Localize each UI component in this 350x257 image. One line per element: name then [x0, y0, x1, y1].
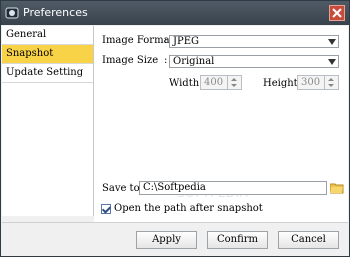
app-icon [5, 7, 19, 19]
preferences-window: Preferences General Snapshot Update Sett… [0, 0, 350, 257]
confirm-button[interactable]: Confirm [207, 231, 268, 249]
width-label: Width: [169, 78, 203, 89]
save-path-value: C:\Softpedia [143, 182, 206, 193]
save-path-input[interactable]: C:\Softpedia [139, 181, 327, 195]
title-bar: Preferences [1, 1, 349, 25]
window-title: Preferences [23, 6, 88, 19]
image-format-label: Image Format [102, 35, 174, 46]
snapshot-settings-panel: Image Format : JPEG Image Size : Origina… [94, 26, 348, 222]
label-colon: : [164, 35, 168, 46]
height-stepper-arrows[interactable] [324, 76, 338, 89]
open-path-checkbox[interactable] [101, 204, 111, 214]
width-stepper[interactable]: 400 [200, 75, 242, 90]
apply-button[interactable]: Apply [136, 231, 197, 249]
width-stepper-arrows[interactable] [227, 76, 241, 89]
height-value: 300 [301, 77, 321, 88]
image-size-select[interactable]: Original [169, 55, 339, 68]
sidebar-item-general[interactable]: General [2, 26, 93, 45]
label-colon: : [164, 55, 168, 66]
chevron-down-icon [328, 59, 336, 65]
sidebar-item-update-setting[interactable]: Update Setting [2, 64, 93, 83]
image-size-value: Original [173, 56, 215, 67]
close-icon [332, 8, 342, 18]
chevron-down-icon [328, 39, 336, 45]
image-format-select[interactable]: JPEG [169, 35, 339, 48]
sidebar-item-snapshot[interactable]: Snapshot [2, 45, 93, 64]
button-bar: Apply Confirm Cancel [2, 222, 348, 256]
cancel-button[interactable]: Cancel [278, 231, 339, 249]
image-size-label: Image Size [102, 55, 159, 66]
open-path-label: Open the path after snapshot [114, 203, 263, 214]
image-format-value: JPEG [173, 36, 200, 47]
sidebar: General Snapshot Update Setting [2, 26, 94, 216]
width-value: 400 [204, 77, 224, 88]
height-stepper[interactable]: 300 [297, 75, 339, 90]
folder-icon[interactable] [330, 182, 344, 194]
height-label: Height: [263, 78, 302, 89]
close-button[interactable] [329, 5, 345, 21]
